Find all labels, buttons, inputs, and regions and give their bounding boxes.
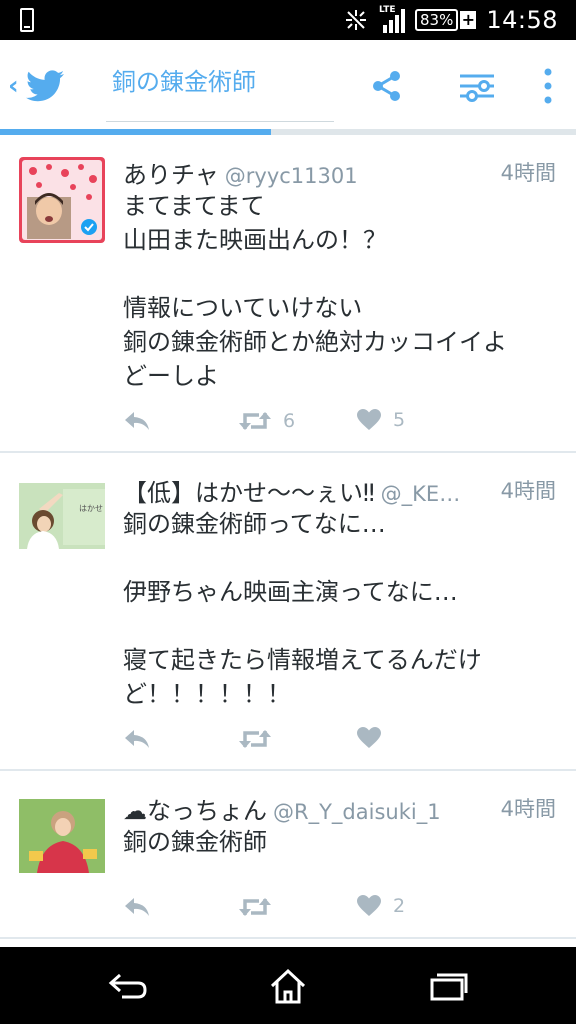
retweet-button[interactable] [239, 727, 283, 751]
tweet-item[interactable]: ☁なっちょん @R_Y_daisuki_1 4時間 銅の錬金術師 2 [0, 771, 576, 939]
avatar[interactable] [19, 793, 105, 879]
nav-back-button[interactable] [100, 965, 156, 1007]
avatar-image [19, 793, 105, 879]
tweet-text: 銅の錬金術師ってなに… 伊野ちゃん映画主演ってなに… 寝て起きたら情報増えてるん… [123, 510, 482, 708]
display-name[interactable]: 【低】はかせ〜〜ぇい‼ [123, 479, 375, 507]
status-icons: LTE 83% + 14:58 [343, 0, 558, 40]
user-handle[interactable]: @R_Y_daisuki_1 [273, 800, 441, 824]
tweet-text: 銅の錬金術師 [123, 828, 267, 856]
reply-icon [125, 730, 149, 748]
retweet-button[interactable] [239, 895, 283, 919]
like-button[interactable]: 2 [357, 895, 405, 917]
nav-recents-button[interactable] [420, 965, 476, 1007]
tweet-header: ありチャ @ryyc11301 4時間 [123, 155, 556, 189]
retweet-icon [239, 898, 271, 916]
back-button[interactable]: ‹ [4, 64, 84, 108]
heart-icon [357, 727, 381, 748]
retweet-icon [239, 730, 271, 748]
overflow-menu-icon [544, 68, 552, 104]
user-handle[interactable]: @_KE… [381, 482, 461, 506]
signal-icon: LTE [378, 5, 405, 33]
like-button[interactable]: 5 [357, 409, 405, 431]
nav-recents-icon [430, 973, 468, 1001]
share-icon [373, 71, 400, 101]
reply-icon [125, 412, 149, 430]
reply-icon [125, 898, 149, 916]
share-button[interactable] [365, 64, 409, 108]
like-count: 2 [393, 895, 406, 917]
user-handle[interactable]: @ryyc11301 [225, 164, 358, 188]
page-title[interactable]: 銅の錬金術師 [112, 62, 256, 97]
avatar-image: はかせ [19, 483, 105, 549]
avatar-image [19, 157, 105, 243]
tweet-item[interactable]: はかせ 【低】はかせ〜〜ぇい‼ @_KE… 4時間 銅の錬金術師ってなに… 伊野ち… [0, 453, 576, 771]
filter-button[interactable] [455, 64, 499, 108]
status-bar: LTE 83% + 14:58 [0, 0, 576, 40]
phone-icon [20, 8, 34, 32]
svg-text:はかせ: はかせ [79, 504, 103, 513]
tweet-header: ☁なっちょん @R_Y_daisuki_1 4時間 [123, 791, 556, 825]
avatar[interactable] [19, 157, 105, 243]
twitter-bird-icon [26, 70, 64, 102]
reply-button[interactable] [123, 895, 151, 923]
title-underline [106, 121, 334, 122]
retweet-icon [239, 412, 271, 430]
display-name[interactable]: ありチャ [123, 161, 219, 189]
nav-home-button[interactable] [260, 965, 316, 1007]
overflow-menu-button[interactable] [526, 64, 570, 108]
tweet-timeline[interactable]: ありチャ @ryyc11301 4時間 まてまてまて 山田また映画出んの！？ 情報… [0, 135, 576, 947]
filter-sliders-icon [460, 74, 494, 102]
nav-home-icon [270, 968, 306, 1004]
heart-icon [357, 409, 381, 430]
system-nav-bar [0, 947, 576, 1024]
like-count: 5 [393, 409, 406, 431]
clock: 14:58 [486, 6, 558, 34]
mute-icon [345, 10, 366, 30]
tweet-text: まてまてまて 山田また映画出んの！？ 情報についていけない 銅の錬金術師とか絶対… [123, 192, 507, 390]
reply-button[interactable] [123, 409, 151, 437]
timestamp: 4時間 [500, 797, 556, 821]
retweet-button[interactable]: 6 [239, 409, 295, 433]
tweet-item[interactable]: ありチャ @ryyc11301 4時間 まてまてまて 山田また映画出んの！？ 情報… [0, 135, 576, 453]
display-name[interactable]: ☁なっちょん [123, 797, 267, 825]
like-button[interactable] [357, 727, 393, 749]
battery-level: 83% [414, 9, 459, 31]
app-bar: ‹ 銅の錬金術師 [0, 40, 576, 130]
retweet-count: 6 [283, 410, 296, 432]
timestamp: 4時間 [500, 479, 556, 503]
network-type: LTE [378, 5, 396, 15]
tweet-header: 【低】はかせ〜〜ぇい‼ @_KE… 4時間 [123, 473, 556, 507]
heart-icon [357, 895, 381, 916]
battery-charging-icon: 83% + [414, 9, 477, 31]
back-chevron-icon: ‹ [8, 71, 19, 101]
nav-back-icon [108, 973, 147, 999]
avatar[interactable]: はかせ [19, 483, 105, 549]
reply-button[interactable] [123, 727, 151, 755]
timestamp: 4時間 [500, 161, 556, 185]
